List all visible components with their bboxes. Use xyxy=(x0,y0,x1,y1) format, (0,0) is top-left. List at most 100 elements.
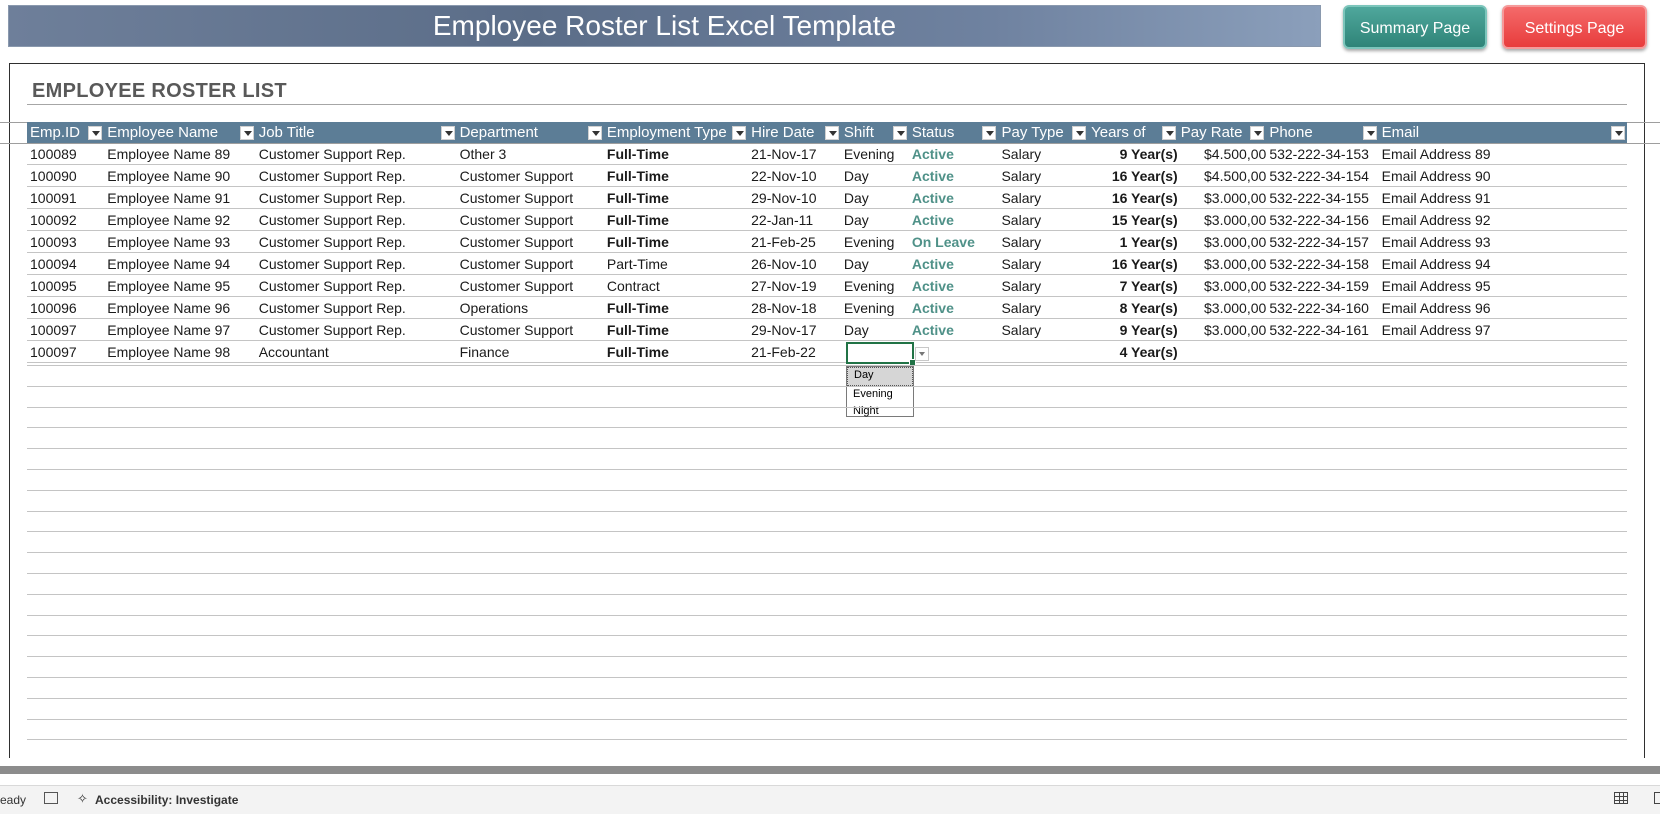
cell-shift[interactable]: Day xyxy=(840,208,909,231)
cell-status[interactable]: Active xyxy=(908,274,999,297)
cell-pay-type[interactable] xyxy=(998,340,1089,363)
cell-job-title[interactable]: Customer Support Rep. xyxy=(255,230,457,253)
cell-shift[interactable]: Evening xyxy=(840,274,909,297)
cell-phone[interactable]: 532-222-34-154 xyxy=(1266,164,1379,187)
column-header-department[interactable]: Department xyxy=(456,122,604,143)
cell-employee-name[interactable]: Employee Name 89 xyxy=(104,143,256,165)
filter-dropdown-icon[interactable] xyxy=(824,126,839,140)
cell-job-title[interactable]: Accountant xyxy=(255,340,457,363)
column-header-status[interactable]: Status xyxy=(908,122,999,143)
column-header-shift[interactable]: Shift xyxy=(840,122,909,143)
cell-department[interactable]: Operations xyxy=(456,296,604,319)
cell-status[interactable]: Active xyxy=(908,318,999,341)
cell-pay-type[interactable]: Salary xyxy=(998,164,1089,187)
column-header-job-title[interactable]: Job Title xyxy=(255,122,457,143)
column-header-pay-type[interactable]: Pay Type xyxy=(998,122,1089,143)
cell-emp-id[interactable]: 100089 xyxy=(27,143,105,165)
cell-shift[interactable]: Evening xyxy=(840,230,909,253)
cell-email[interactable]: Email Address 90 xyxy=(1378,164,1627,187)
cell-email[interactable]: Email Address 95 xyxy=(1378,274,1627,297)
horizontal-scrollbar[interactable] xyxy=(0,766,1660,774)
cell-department[interactable]: Customer Support xyxy=(456,186,604,209)
cell-shift[interactable]: Evening xyxy=(840,143,909,165)
cell-years-of[interactable]: 15 Year(s) xyxy=(1088,208,1178,231)
cell-department[interactable]: Customer Support xyxy=(456,318,604,341)
cell-hire-date[interactable]: 26-Nov-10 xyxy=(748,252,841,275)
cell-hire-date[interactable]: 21-Nov-17 xyxy=(748,143,841,165)
cell-hire-date[interactable]: 29-Nov-10 xyxy=(748,186,841,209)
cell-status[interactable]: Active xyxy=(908,164,999,187)
cell-phone[interactable]: 532-222-34-160 xyxy=(1266,296,1379,319)
cell-years-of[interactable]: 4 Year(s) xyxy=(1088,340,1178,363)
cell-email[interactable]: Email Address 93 xyxy=(1378,230,1627,253)
cell-emp-id[interactable]: 100091 xyxy=(27,186,105,209)
cell-department[interactable]: Customer Support xyxy=(456,252,604,275)
cell-emp-id[interactable]: 100096 xyxy=(27,296,105,319)
cell-shift[interactable]: Day xyxy=(840,318,909,341)
cell-hire-date[interactable]: 22-Jan-11 xyxy=(748,208,841,231)
cell-pay-rate[interactable]: $3.000,00 xyxy=(1177,318,1267,341)
cell-job-title[interactable]: Customer Support Rep. xyxy=(255,143,457,165)
dropdown-option-day[interactable]: Day xyxy=(847,367,913,386)
column-header-email[interactable]: Email xyxy=(1378,122,1627,143)
cell-job-title[interactable]: Customer Support Rep. xyxy=(255,208,457,231)
cell-phone[interactable] xyxy=(1266,340,1379,363)
cell-employment-type[interactable]: Full-Time xyxy=(603,230,749,253)
cell-department[interactable]: Customer Support xyxy=(456,208,604,231)
cell-shift[interactable]: Day xyxy=(840,252,909,275)
cell-hire-date[interactable]: 21-Feb-22 xyxy=(748,340,841,363)
cell-job-title[interactable]: Customer Support Rep. xyxy=(255,318,457,341)
cell-employment-type[interactable]: Full-Time xyxy=(603,143,749,165)
cell-job-title[interactable]: Customer Support Rep. xyxy=(255,296,457,319)
cell-job-title[interactable]: Customer Support Rep. xyxy=(255,164,457,187)
cell-pay-rate[interactable]: $3.000,00 xyxy=(1177,252,1267,275)
summary-page-button[interactable]: Summary Page xyxy=(1343,5,1487,49)
page-layout-view-icon[interactable] xyxy=(1654,792,1660,804)
cell-pay-rate[interactable]: $3.000,00 xyxy=(1177,208,1267,231)
accessibility-status[interactable]: Accessibility: Investigate xyxy=(95,793,238,807)
column-header-hire-date[interactable]: Hire Date xyxy=(748,122,841,143)
cell-emp-id[interactable]: 100093 xyxy=(27,230,105,253)
filter-dropdown-icon[interactable] xyxy=(732,126,747,140)
column-header-employee-name[interactable]: Employee Name xyxy=(104,122,256,143)
filter-dropdown-icon[interactable] xyxy=(88,126,103,140)
filter-dropdown-icon[interactable] xyxy=(440,126,455,140)
cell-email[interactable] xyxy=(1378,340,1627,363)
cell-pay-type[interactable]: Salary xyxy=(998,296,1089,319)
cell-status[interactable]: Active xyxy=(908,296,999,319)
cell-status[interactable]: Active xyxy=(908,143,999,165)
column-header-years-of[interactable]: Years of xyxy=(1088,122,1178,143)
cell-department[interactable]: Customer Support xyxy=(456,230,604,253)
cell-department[interactable]: Other 3 xyxy=(456,143,604,165)
cell-hire-date[interactable]: 28-Nov-18 xyxy=(748,296,841,319)
cell-years-of[interactable]: 9 Year(s) xyxy=(1088,318,1178,341)
dropdown-option-night[interactable]: Night xyxy=(847,403,913,420)
cell-email[interactable]: Email Address 89 xyxy=(1378,143,1627,165)
column-header-emp-id[interactable]: Emp.ID xyxy=(27,122,105,143)
cell-employment-type[interactable]: Full-Time xyxy=(603,208,749,231)
cell-employment-type[interactable]: Part-Time xyxy=(603,252,749,275)
cell-pay-rate[interactable]: $3.000,00 xyxy=(1177,274,1267,297)
cell-department[interactable]: Customer Support xyxy=(456,164,604,187)
cell-email[interactable]: Email Address 91 xyxy=(1378,186,1627,209)
cell-email[interactable]: Email Address 96 xyxy=(1378,296,1627,319)
filter-dropdown-icon[interactable] xyxy=(587,126,602,140)
cell-pay-type[interactable]: Salary xyxy=(998,252,1089,275)
filter-dropdown-icon[interactable] xyxy=(239,126,254,140)
cell-job-title[interactable]: Customer Support Rep. xyxy=(255,274,457,297)
column-header-pay-rate[interactable]: Pay Rate xyxy=(1177,122,1267,143)
cell-emp-id[interactable]: 100095 xyxy=(27,274,105,297)
cell-emp-id[interactable]: 100094 xyxy=(27,252,105,275)
cell-department[interactable]: Finance xyxy=(456,340,604,363)
cell-phone[interactable]: 532-222-34-159 xyxy=(1266,274,1379,297)
cell-pay-type[interactable]: Salary xyxy=(998,186,1089,209)
cell-phone[interactable]: 532-222-34-158 xyxy=(1266,252,1379,275)
cell-years-of[interactable]: 7 Year(s) xyxy=(1088,274,1178,297)
filter-dropdown-icon[interactable] xyxy=(892,126,907,140)
cell-shift[interactable]: Day xyxy=(840,186,909,209)
cell-employee-name[interactable]: Employee Name 90 xyxy=(104,164,256,187)
cell-shift[interactable]: Evening xyxy=(840,296,909,319)
cell-pay-rate[interactable] xyxy=(1177,340,1267,363)
cell-status[interactable]: Active xyxy=(908,208,999,231)
cell-pay-rate[interactable]: $4.500,00 xyxy=(1177,143,1267,165)
